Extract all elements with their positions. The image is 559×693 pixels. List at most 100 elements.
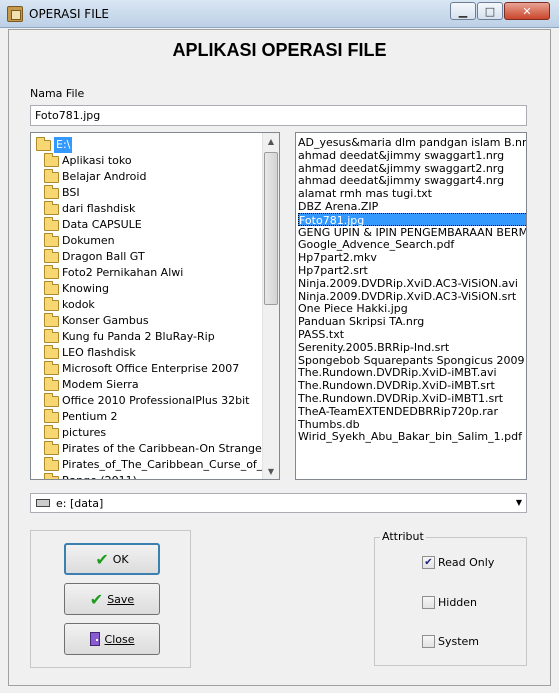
page-title: APLIKASI OPERASI FILE [172,40,387,60]
file-item[interactable]: PASS.txt [298,328,526,341]
nama-file-input[interactable]: Foto781.jpg [30,105,527,126]
file-item[interactable]: Ninja.2009.DVDRip.XviD.AC3-ViSiON.srt [298,290,526,303]
ok-button-label: OK [112,552,129,566]
file-item[interactable]: ahmad deedat&jimmy swaggart2.nrg [298,162,526,175]
directory-item[interactable]: Pirates_of_The_Caribbean_Curse_of_The [31,457,263,473]
directory-item[interactable]: Belajar Android [31,169,263,185]
directory-item[interactable]: pictures [31,425,263,441]
close-button-label: Close [104,632,135,646]
file-item[interactable]: The.Rundown.DVDRip.XviD-iMBT1.srt [298,392,526,405]
folder-icon [44,473,59,479]
file-item[interactable]: Foto781.jpg [298,212,526,227]
minimize-button[interactable]: ▁ [450,2,476,20]
folder-icon [44,393,59,407]
folder-icon [44,345,59,359]
file-item[interactable]: The.Rundown.DVDRip.XviD-iMBT.srt [298,379,526,392]
file-list[interactable]: AD_yesus&maria dlm pandgan islam B.nrg ah… [295,132,527,480]
folder-icon [44,313,59,327]
checkmark-icon: ✔ [89,589,104,609]
directory-item[interactable]: Dragon Ball GT [31,249,263,265]
file-item[interactable]: Ninja.2009.DVDRip.XviD.AC3-ViSiON.avi [298,277,526,290]
directory-scrollbar[interactable]: ▲ ▼ [262,133,279,479]
folder-icon [44,425,59,439]
system-label: System [438,635,480,648]
file-item[interactable]: GENG UPIN & IPIN PENGEMBARAAN BERMULA.rm… [298,226,526,239]
directory-item[interactable]: dari flashdisk [31,201,263,217]
directory-label: Konser Gambus [62,314,149,327]
directory-label: Modem Sierra [62,378,139,391]
system-checkbox[interactable] [422,635,435,648]
directory-item[interactable]: kodok [31,297,263,313]
folder-icon [44,297,59,311]
file-item[interactable]: TheA-TeamEXTENDEDBRRip720p.rar [298,405,526,418]
nama-file-label: Nama File [30,87,85,100]
window-title: OPERASI FILE [29,7,110,21]
scroll-thumb[interactable] [264,152,278,305]
drive-icon [36,499,50,507]
chevron-down-icon[interactable]: ▼ [516,498,522,507]
file-item[interactable]: Hp7part2.mkv [298,251,526,264]
scroll-down-icon[interactable]: ▼ [263,463,279,479]
file-item[interactable]: Google_Advence_Search.pdf [298,238,526,251]
file-item[interactable]: alamat rmh mas tugi.txt [298,187,526,200]
directory-item[interactable]: BSI [31,185,263,201]
directory-label: Knowing [62,282,109,295]
ok-button[interactable]: ✔ OK [64,543,160,575]
file-item[interactable]: ahmad deedat&jimmy swaggart1.nrg [298,149,526,162]
drive-select[interactable]: e: [data] ▼ [30,493,527,513]
directory-label: Pentium 2 [62,410,118,423]
file-item[interactable]: Hp7part2.srt [298,264,526,277]
directory-label: Range (2011) [62,473,137,479]
directory-item[interactable]: Konser Gambus [31,313,263,329]
folder-icon [44,409,59,423]
directory-item[interactable]: Dokumen [31,233,263,249]
hidden-label: Hidden [438,596,478,609]
file-item[interactable]: Panduan Skripsi TA.nrg [298,315,526,328]
file-item[interactable]: Spongebob Squarepants Spongicus 2009 DVD… [298,354,526,367]
directory-item[interactable]: Data CAPSULE [31,217,263,233]
directory-label: Foto2 Pernikahan Alwi [62,266,184,279]
directory-label: Dragon Ball GT [62,250,145,263]
directory-item[interactable]: Microsoft Office Enterprise 2007 [31,361,263,377]
directory-label: pictures [62,426,107,439]
folder-icon [44,457,59,471]
file-item[interactable]: Serenity.2005.BRRip-Ind.srt [298,341,526,354]
directory-item[interactable]: Office 2010 ProfessionalPlus 32bit [31,393,263,409]
file-item[interactable]: The.Rundown.DVDRip.XviD-iMBT.avi [298,366,526,379]
directory-item[interactable]: LEO flashdisk [31,345,263,361]
directory-list[interactable]: E:\ Aplikasi toko Belajar Android BSI dari f… [30,132,280,480]
directory-item[interactable]: Modem Sierra [31,377,263,393]
directory-label: Office 2010 ProfessionalPlus 32bit [62,394,250,407]
directory-item[interactable]: Range (2011) [31,473,263,479]
hidden-checkbox[interactable] [422,596,435,609]
file-item[interactable]: AD_yesus&maria dlm pandgan islam B.nrg [298,136,526,149]
directory-label: Data CAPSULE [62,218,142,231]
file-item[interactable]: DBZ Arena.ZIP [298,200,526,213]
read-only-checkbox[interactable]: ✔ [422,556,435,569]
scroll-up-icon[interactable]: ▲ [263,133,279,149]
directory-label: LEO flashdisk [62,346,136,359]
close-button[interactable]: Close [64,623,160,655]
file-item[interactable]: Wirid_Syekh_Abu_Bakar_bin_Salim_1.pdf [298,430,526,443]
directory-item[interactable]: Pentium 2 [31,409,263,425]
file-item[interactable]: One Piece Hakki.jpg [298,302,526,315]
close-window-button[interactable]: ✕ [504,2,550,20]
drive-value: e: [data] [56,497,104,510]
save-button[interactable]: ✔ Save [64,583,160,615]
directory-item[interactable]: Kung fu Panda 2 BluRay-Rip [31,329,263,345]
title-bar: OPERASI FILE ▁ □ ✕ [0,0,559,28]
directory-label: E:\ [54,137,73,153]
folder-icon [44,169,59,183]
folder-icon [44,185,59,199]
directory-item[interactable]: Foto2 Pernikahan Alwi [31,265,263,281]
directory-item[interactable]: Aplikasi toko [31,153,263,169]
folder-icon [44,281,59,295]
file-item[interactable]: Thumbs.db [298,418,526,431]
directory-item[interactable]: E:\ [31,137,263,153]
directory-item[interactable]: Pirates of the Caribbean-On Stranger Tid… [31,441,263,457]
read-only-label: Read Only [438,556,495,569]
maximize-button[interactable]: □ [477,2,503,20]
checkmark-icon: ✔ [95,549,109,569]
file-item[interactable]: ahmad deedat&jimmy swaggart4.nrg [298,174,526,187]
directory-item[interactable]: Knowing [31,281,263,297]
